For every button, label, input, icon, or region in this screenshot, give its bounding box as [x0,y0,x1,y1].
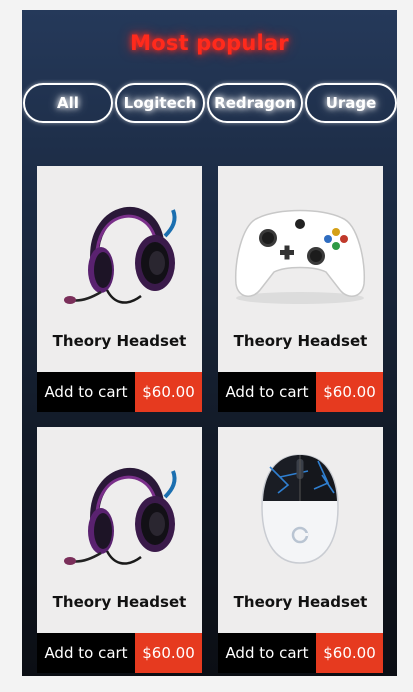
product-card[interactable]: Theory Headset Add to cart $60.00 [37,427,202,673]
headset-image [64,207,177,304]
product-name: Theory Headset [233,332,368,350]
add-to-cart-button[interactable]: Add to cart [37,633,135,673]
section-title: Most popular [130,31,289,55]
product-card[interactable]: Theory Headset Add to cart $60.00 [37,166,202,412]
filter-redragon[interactable]: Redragon [207,83,303,123]
add-to-cart-button[interactable]: Add to cart [37,372,135,412]
filter-all[interactable]: All [23,83,113,123]
price-badge: $60.00 [316,633,383,673]
product-card[interactable]: Theory Headset Add to cart $60.00 [218,166,383,412]
controller-image [234,209,366,304]
most-popular-section: Most popular All Logitech Redragon Urage… [22,10,397,676]
product-name: Theory Headset [52,332,187,350]
mouse-image [261,454,339,564]
price-badge: $60.00 [135,372,202,412]
filter-logitech[interactable]: Logitech [115,83,205,123]
product-name: Theory Headset [52,593,187,611]
add-to-cart-button[interactable]: Add to cart [218,633,316,673]
price-badge: $60.00 [316,372,383,412]
product-name: Theory Headset [233,593,368,611]
product-card[interactable]: Theory Headset Add to cart $60.00 [218,427,383,673]
filter-urage[interactable]: Urage [305,83,397,123]
headset-image [64,468,177,565]
add-to-cart-button[interactable]: Add to cart [218,372,316,412]
price-badge: $60.00 [135,633,202,673]
